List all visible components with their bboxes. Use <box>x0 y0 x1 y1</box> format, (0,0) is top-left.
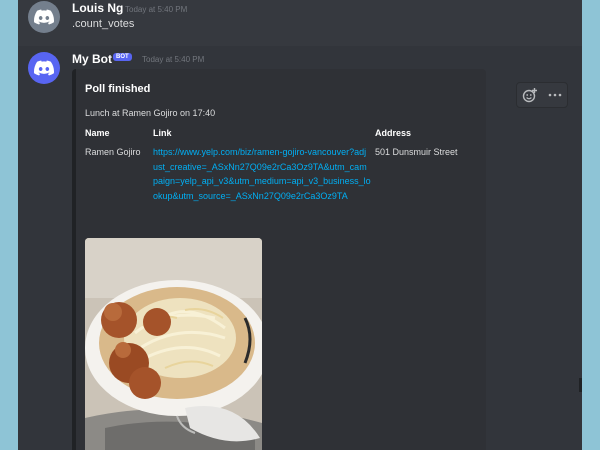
embed-image[interactable] <box>85 238 262 450</box>
embed-description: Lunch at Ramen Gojiro on 17:40 <box>85 108 216 118</box>
embed-title: Poll finished <box>85 83 151 95</box>
timestamp: Today at 5:40 PM <box>142 55 205 64</box>
field-name: Address <box>375 128 412 138</box>
poll-embed: Poll finished Lunch at Ramen Gojiro on 1… <box>72 69 486 450</box>
yelp-link[interactable]: https://www.yelp.com/biz/ramen-gojiro-va… <box>153 145 371 203</box>
scrollbar-thumb[interactable] <box>579 378 582 392</box>
bot-badge: BOT <box>113 53 132 61</box>
ellipsis-icon <box>548 93 561 97</box>
field-name: Name <box>85 128 110 138</box>
ramen-bowl-photo <box>85 238 262 450</box>
author-name[interactable]: Louis Ng <box>72 1 123 15</box>
message-toolbar <box>516 82 568 108</box>
discord-logo-icon <box>34 60 54 76</box>
avatar[interactable] <box>28 52 60 84</box>
author-name[interactable]: My Bot <box>72 52 112 66</box>
message-bot: My Bot BOT Today at 5:40 PM Poll finishe… <box>18 46 582 450</box>
more-options-button[interactable] <box>545 85 565 105</box>
timestamp: Today at 5:40 PM <box>125 5 188 14</box>
field-value: Ramen Gojiro <box>85 147 141 157</box>
message-content: .count_votes <box>72 18 135 30</box>
chat-window: Louis Ng Today at 5:40 PM .count_votes M… <box>18 0 582 450</box>
field-value: 501 Dunsmuir Street <box>375 147 458 157</box>
discord-logo-icon <box>34 9 54 25</box>
message-louis: Louis Ng Today at 5:40 PM .count_votes <box>18 0 582 46</box>
avatar[interactable] <box>28 1 60 33</box>
field-name: Link <box>153 128 172 138</box>
emoji-plus-icon <box>522 88 537 103</box>
add-reaction-button[interactable] <box>520 85 540 105</box>
